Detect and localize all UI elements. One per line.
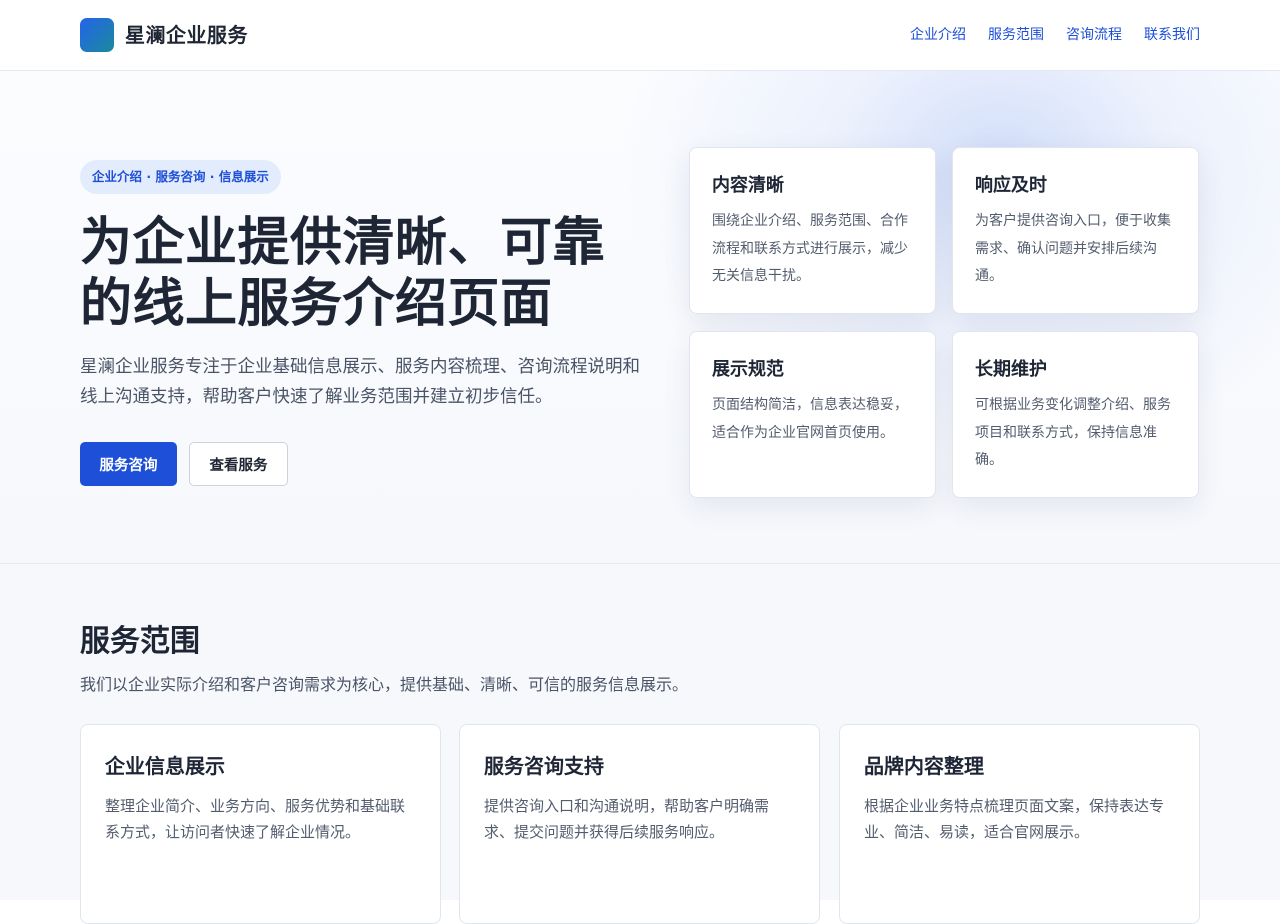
feature-card-title: 展示规范 <box>712 359 784 380</box>
hero-section: 企业介绍 · 服务咨询 · 信息展示 为企业提供清晰、可靠 的线上服务介绍页面 … <box>0 71 1280 564</box>
service-card-title: 品牌内容整理 <box>864 754 984 778</box>
brand-name[interactable]: 星澜企业服务 <box>125 20 248 50</box>
feature-card-text: 围绕企业介绍、服务范围、合作流程和联系方式进行展示，减少无关信息干扰。 <box>712 213 908 284</box>
service-card-text: 提供咨询入口和沟通说明，帮助客户明确需求、提交问题并获得后续服务响应。 <box>484 797 770 841</box>
nav-link-about[interactable]: 企业介绍 <box>910 24 966 46</box>
feature-card-title: 内容清晰 <box>712 175 784 196</box>
nav-link-services[interactable]: 服务范围 <box>988 24 1044 46</box>
feature-card-standard-display: 展示规范 页面结构简洁，信息表达稳妥，适合作为企业官网首页使用。 <box>689 331 936 498</box>
consult-button[interactable]: 服务咨询 <box>80 442 177 486</box>
services-subtitle: 我们以企业实际介绍和客户咨询需求为核心，提供基础、清晰、可信的服务信息展示。 <box>80 675 689 694</box>
site-header: 星澜企业服务 企业介绍 服务范围 咨询流程 联系我们 <box>0 0 1280 71</box>
hero-title-line-1: 为企业提供清晰、可靠 <box>80 213 606 273</box>
service-card-company-info: 企业信息展示 整理企业简介、业务方向、服务优势和基础联系方式，让访问者快速了解企… <box>80 724 441 924</box>
hero-title: 为企业提供清晰、可靠 的线上服务介绍页面 <box>80 213 640 335</box>
feature-card-text: 可根据业务变化调整介绍、服务项目和联系方式，保持信息准确。 <box>975 397 1171 468</box>
hero-description: 星澜企业服务专注于企业基础信息展示、服务内容梳理、咨询流程说明和线上沟通支持，帮… <box>80 357 640 407</box>
service-card-consulting: 服务咨询支持 提供咨询入口和沟通说明，帮助客户明确需求、提交问题并获得后续服务响… <box>459 724 820 924</box>
services-section: 服务范围 我们以企业实际介绍和客户咨询需求为核心，提供基础、清晰、可信的服务信息… <box>0 564 1280 924</box>
feature-card-timely-response: 响应及时 为客户提供咨询入口，便于收集需求、确认问题并安排后续沟通。 <box>952 147 1199 314</box>
main-nav: 企业介绍 服务范围 咨询流程 联系我们 <box>910 24 1200 46</box>
service-card-title: 企业信息展示 <box>105 754 225 778</box>
feature-card-text: 为客户提供咨询入口，便于收集需求、确认问题并安排后续沟通。 <box>975 213 1171 284</box>
hero-title-line-2: 的线上服务介绍页面 <box>80 274 553 334</box>
feature-card-title: 响应及时 <box>975 175 1047 196</box>
feature-card-clear-content: 内容清晰 围绕企业介绍、服务范围、合作流程和联系方式进行展示，减少无关信息干扰。 <box>689 147 936 314</box>
feature-card-title: 长期维护 <box>975 359 1047 380</box>
feature-card-text: 页面结构简洁，信息表达稳妥，适合作为企业官网首页使用。 <box>712 397 908 441</box>
services-title: 服务范围 <box>80 624 200 659</box>
logo-icon[interactable] <box>80 18 114 52</box>
feature-card-long-term-maintenance: 长期维护 可根据业务变化调整介绍、服务项目和联系方式，保持信息准确。 <box>952 331 1199 498</box>
view-services-button[interactable]: 查看服务 <box>189 442 288 486</box>
hero-badge: 企业介绍 · 服务咨询 · 信息展示 <box>80 160 281 194</box>
nav-link-contact[interactable]: 联系我们 <box>1144 24 1200 46</box>
service-card-title: 服务咨询支持 <box>484 754 604 778</box>
nav-link-process[interactable]: 咨询流程 <box>1066 24 1122 46</box>
service-card-brand-content: 品牌内容整理 根据企业业务特点梳理页面文案，保持表达专业、简洁、易读，适合官网展… <box>839 724 1200 924</box>
service-card-text: 整理企业简介、业务方向、服务优势和基础联系方式，让访问者快速了解企业情况。 <box>105 797 406 841</box>
service-card-text: 根据企业业务特点梳理页面文案，保持表达专业、简洁、易读，适合官网展示。 <box>864 797 1165 841</box>
